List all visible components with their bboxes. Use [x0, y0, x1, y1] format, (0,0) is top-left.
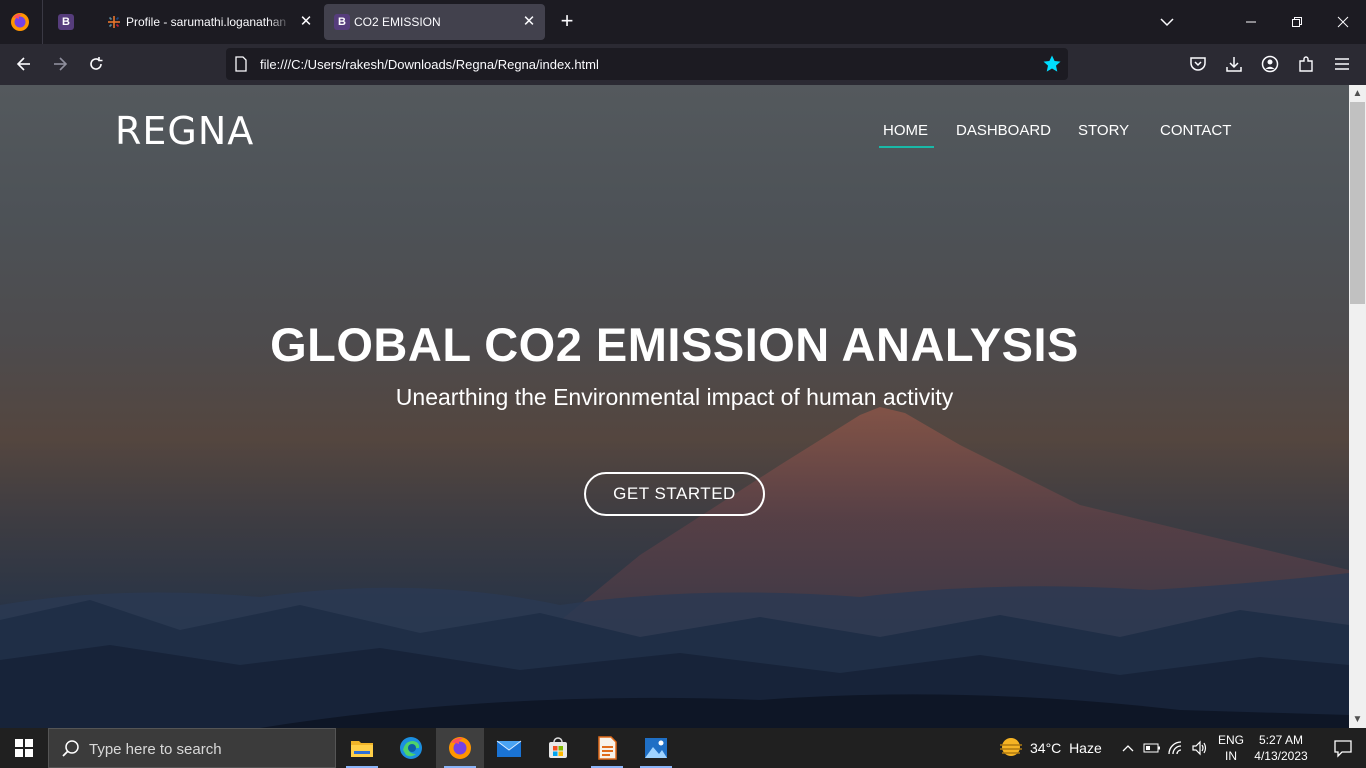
taskbar-file-explorer[interactable]: [338, 728, 386, 768]
tableau-icon: [106, 14, 122, 33]
taskbar-clock[interactable]: 5:27 AM 4/13/2023: [1252, 732, 1310, 764]
notification-center-button[interactable]: [1320, 728, 1366, 768]
get-started-button[interactable]: GET STARTED: [584, 472, 765, 516]
forward-button[interactable]: [45, 49, 75, 79]
close-tab-icon[interactable]: ✕: [521, 14, 537, 30]
weather-temp: 34°C: [1030, 740, 1062, 756]
weather-text: 34°C Haze: [1030, 740, 1102, 756]
menu-hamburger-icon[interactable]: [1330, 52, 1354, 76]
document-icon: [598, 736, 617, 760]
url-text[interactable]: file:///C:/Users/rakesh/Downloads/Regna/…: [260, 57, 599, 72]
close-window-button[interactable]: [1320, 0, 1366, 44]
pocket-icon[interactable]: [1186, 52, 1210, 76]
close-tab-icon[interactable]: ✕: [298, 14, 314, 30]
network-wifi-icon[interactable]: [1166, 738, 1186, 758]
scroll-down-arrow-icon[interactable]: ▼: [1349, 711, 1366, 728]
taskbar-document-app[interactable]: [583, 728, 631, 768]
battery-icon[interactable]: [1142, 738, 1162, 758]
hero-title: GLOBAL CO2 EMISSION ANALYSIS: [270, 318, 1079, 371]
nav-link-dashboard[interactable]: DASHBOARD: [956, 122, 1051, 139]
bootstrap-icon: B: [334, 14, 350, 30]
input-language-indicator[interactable]: ENG IN: [1218, 732, 1244, 764]
scrollbar-thumb[interactable]: [1350, 102, 1365, 304]
tab-separator: [42, 0, 43, 44]
reload-button[interactable]: [81, 49, 111, 79]
pinned-tab-bootstrap[interactable]: B: [48, 4, 84, 40]
windows-taskbar: Type here to search 34°C Haze ENG IN 5:2…: [0, 728, 1366, 768]
restore-window-button[interactable]: [1274, 0, 1320, 44]
edge-icon: [400, 737, 422, 759]
notification-icon: [1334, 740, 1352, 758]
page-icon: [234, 56, 248, 77]
list-all-tabs-chevron-icon[interactable]: [1156, 12, 1178, 32]
search-icon: [61, 739, 81, 764]
taskbar-edge[interactable]: [387, 728, 435, 768]
account-icon[interactable]: [1258, 52, 1282, 76]
extensions-icon[interactable]: [1294, 52, 1318, 76]
bookmark-star-icon[interactable]: [1042, 54, 1062, 74]
store-icon: [549, 737, 567, 758]
minimize-window-button[interactable]: [1228, 0, 1274, 44]
taskbar-store[interactable]: [534, 728, 582, 768]
windows-logo-icon: [15, 739, 33, 757]
language-code: ENG: [1218, 733, 1245, 747]
firefox-icon: [449, 737, 471, 759]
folder-icon: [351, 741, 373, 757]
tab-title: Profile - sarumathi.loganathan: [126, 15, 287, 29]
hero-subtitle: Unearthing the Environmental impact of h…: [395, 384, 954, 410]
weather-condition: Haze: [1069, 740, 1102, 756]
scroll-up-arrow-icon[interactable]: ▲: [1349, 85, 1366, 102]
mail-icon: [496, 740, 522, 757]
address-bar[interactable]: file:///C:/Users/rakesh/Downloads/Regna/…: [226, 48, 1068, 80]
browser-tab-strip: B Profile - sarumathi.loganathan ✕ B CO2…: [0, 0, 1366, 44]
nav-link-contact[interactable]: CONTACT: [1160, 122, 1231, 139]
new-tab-button[interactable]: +: [553, 8, 581, 36]
show-hidden-icons-chevron-icon[interactable]: [1118, 738, 1138, 758]
clock-time: 5:27 AM: [1258, 733, 1304, 747]
tab-profile[interactable]: Profile - sarumathi.loganathan ✕: [96, 4, 322, 40]
nav-link-story[interactable]: STORY: [1078, 122, 1129, 139]
site-brand-logo[interactable]: REGNA: [115, 109, 254, 153]
taskbar-firefox[interactable]: [436, 728, 484, 768]
volume-icon[interactable]: [1190, 738, 1210, 758]
taskbar-search-box[interactable]: Type here to search: [48, 728, 336, 768]
photos-icon: [645, 738, 667, 758]
bootstrap-icon: B: [58, 14, 74, 30]
taskbar-mail[interactable]: [485, 728, 533, 768]
windows-start-button[interactable]: [0, 728, 48, 768]
nav-link-home[interactable]: HOME: [879, 122, 934, 148]
language-region: IN: [1225, 749, 1237, 763]
taskbar-weather[interactable]: 34°C Haze: [996, 728, 1106, 768]
browser-toolbar: file:///C:/Users/rakesh/Downloads/Regna/…: [0, 44, 1366, 85]
page-scrollbar[interactable]: ▲ ▼: [1349, 85, 1366, 728]
search-placeholder: Type here to search: [89, 741, 222, 758]
taskbar-photos[interactable]: [632, 728, 680, 768]
back-button[interactable]: [9, 49, 39, 79]
haze-sun-icon: [998, 736, 1024, 765]
tab-title: CO2 EMISSION: [354, 15, 441, 29]
downloads-icon[interactable]: [1222, 52, 1246, 76]
clock-date: 4/13/2023: [1254, 749, 1308, 763]
webpage-hero: REGNA HOME DASHBOARD STORY CONTACT GLOBA…: [0, 85, 1349, 728]
tab-co2-emission[interactable]: B CO2 EMISSION ✕: [324, 4, 545, 40]
firefox-menu-icon[interactable]: [10, 12, 30, 32]
